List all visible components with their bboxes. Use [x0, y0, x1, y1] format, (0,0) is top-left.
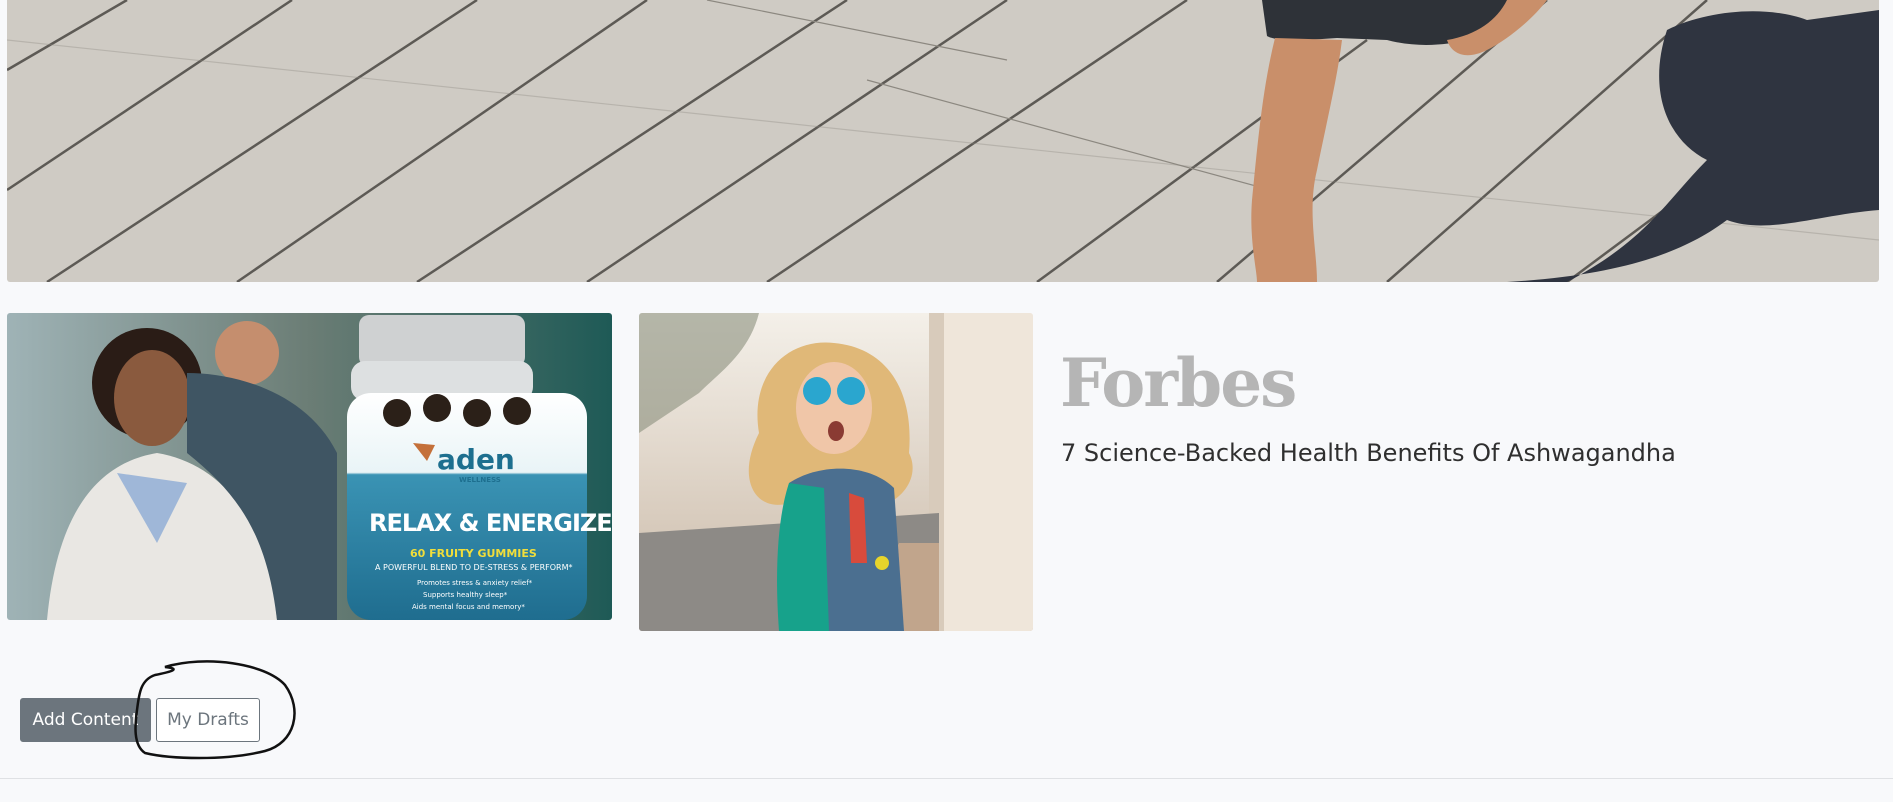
- footer-divider: [0, 778, 1893, 779]
- hero-image: [7, 0, 1879, 282]
- bullet-3: Aids mental focus and memory*: [412, 603, 525, 611]
- brand-sub-label: WELLNESS: [459, 476, 501, 484]
- product-promo-image[interactable]: aden WELLNESS RELAX & ENERGIZE 60 FRUITY…: [7, 313, 612, 620]
- brand-label: aden: [437, 443, 515, 476]
- tagline-label: A POWERFUL BLEND TO DE-STRESS & PERFORM*: [375, 563, 573, 572]
- article-headline[interactable]: 7 Science-Backed Health Benefits Of Ashw…: [1061, 439, 1676, 467]
- publisher-logo: Forbes: [1060, 344, 1297, 422]
- count-label: 60 FRUITY GUMMIES: [410, 547, 537, 560]
- product-name-label: RELAX & ENERGIZE: [369, 509, 612, 537]
- add-content-button[interactable]: Add Content: [20, 698, 151, 742]
- bullet-1: Promotes stress & anxiety relief*: [417, 579, 533, 587]
- bullet-2: Supports healthy sleep*: [423, 591, 508, 599]
- my-drafts-button[interactable]: My Drafts: [156, 698, 260, 742]
- page: aden WELLNESS RELAX & ENERGIZE 60 FRUITY…: [0, 0, 1893, 802]
- article-thumbnail[interactable]: [639, 313, 1033, 631]
